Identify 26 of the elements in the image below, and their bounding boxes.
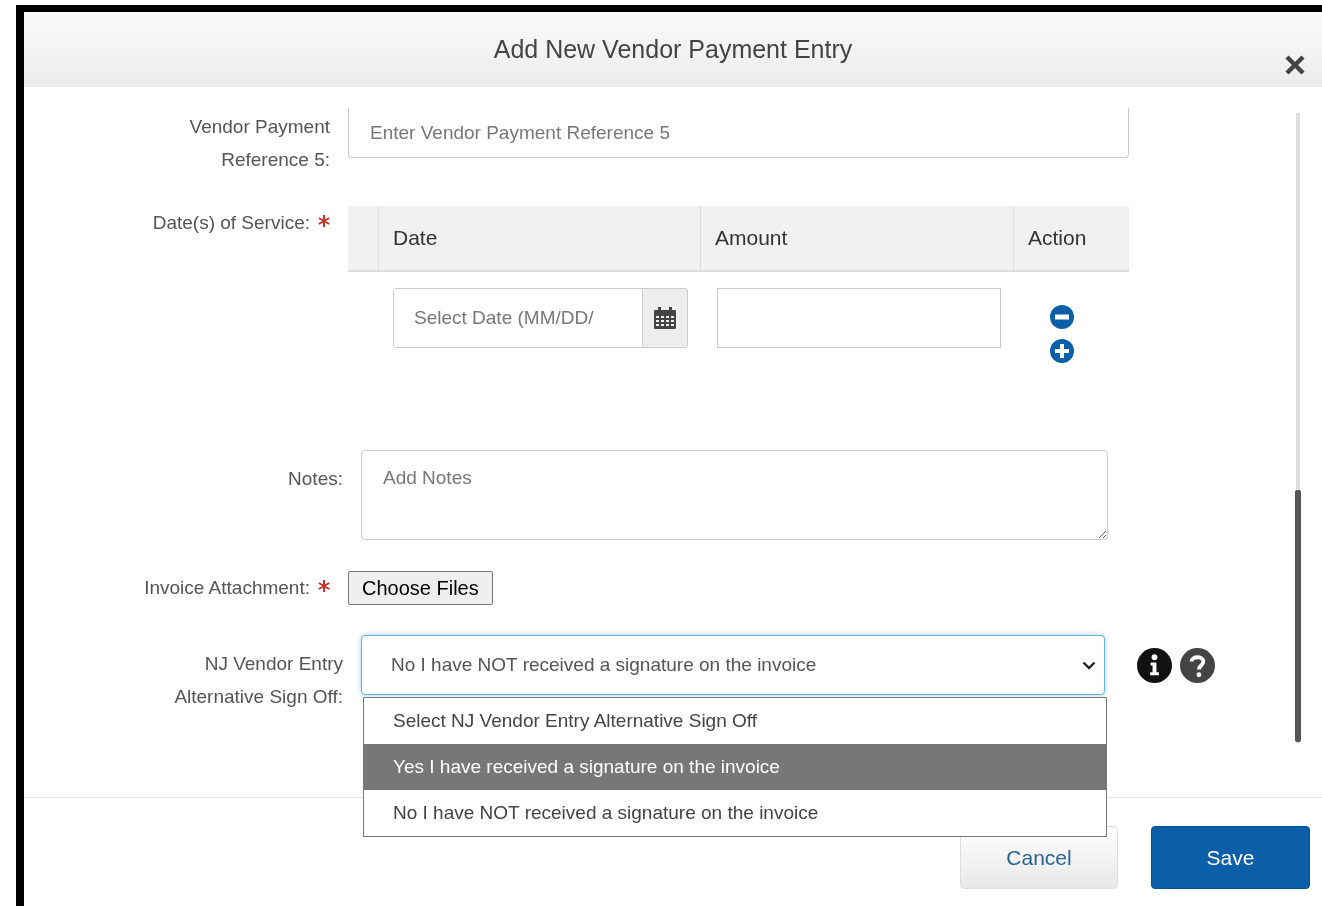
dropdown-option[interactable]: Yes I have received a signature on the invoice (364, 744, 1106, 790)
remove-icon[interactable] (1050, 305, 1074, 329)
add-icon[interactable] (1050, 339, 1074, 363)
calendar-icon[interactable] (653, 306, 677, 330)
field-label: Invoice Attachment: (144, 576, 310, 600)
field-label: Vendor Payment Reference 5: (188, 115, 330, 172)
info-icon[interactable] (1137, 648, 1172, 683)
notes-field[interactable]: Add Notes (361, 450, 1108, 540)
chevron-icon (1082, 660, 1096, 670)
column-header: Action (1013, 206, 1128, 270)
select-field[interactable]: No I have NOT received a signature on the invoice (361, 635, 1105, 695)
field-label: NJ Vendor Entry Alternative Sign Off: (173, 652, 343, 709)
dropdown-option[interactable]: Select NJ Vendor Entry Alternative Sign Off (364, 698, 1106, 744)
date-field[interactable]: Select Date (MM/DD/ (393, 288, 688, 348)
field-label: Notes: (288, 467, 343, 491)
close-icon[interactable] (1284, 54, 1306, 76)
choose-files-button[interactable]: Choose Files (348, 571, 493, 605)
column-header: Date (378, 206, 700, 270)
scrollbar[interactable] (1296, 113, 1300, 743)
dialog-title: Add New Vendor Payment Entry (493, 33, 853, 65)
save-button[interactable]: Save (1151, 826, 1310, 889)
help-icon[interactable] (1180, 648, 1215, 683)
amount-field[interactable] (717, 288, 1001, 348)
field-label: Date(s) of Service: (152, 211, 310, 235)
column-header: Amount (700, 206, 1013, 270)
text-field[interactable]: Enter Vendor Payment Reference 5 (348, 108, 1129, 158)
